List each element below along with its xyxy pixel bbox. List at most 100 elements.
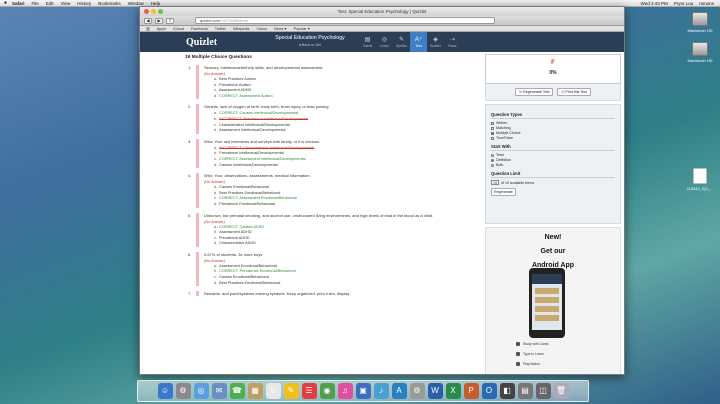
desktop-icon-hd2[interactable]: Macintosh HD — [680, 42, 720, 63]
set-title[interactable]: Special Education Psychology — [265, 35, 355, 41]
option-letter: a. — [214, 111, 218, 116]
menu-bookmarks[interactable]: Bookmarks — [98, 1, 121, 6]
print-test-button[interactable]: ⎙ Print this Test — [557, 88, 591, 96]
dock-app-icon[interactable]: O — [481, 383, 497, 399]
regenerate-button[interactable]: Regenerate — [491, 188, 516, 196]
answer-option[interactable]: d. Best Practices Emotional/Behavioral — [214, 281, 480, 287]
screen-row — [535, 297, 559, 303]
bookmark-apple[interactable]: Apple — [157, 27, 167, 31]
question-list: 1. Sensory, intellectual/art/help skills,… — [185, 65, 480, 297]
mode-test[interactable]: A⁺ Test — [410, 32, 427, 52]
dock-app-icon[interactable]: ♫ — [337, 383, 353, 399]
dock-app-icon[interactable]: ☎ — [229, 383, 245, 399]
radio-button[interactable] — [491, 164, 494, 167]
user-name[interactable]: Pryor Lou — [674, 1, 694, 6]
dock-app-icon[interactable]: ⚙ — [409, 383, 425, 399]
dock-app-icon[interactable]: ◫ — [535, 383, 551, 399]
dock-app-icon[interactable]: ◎ — [193, 383, 209, 399]
bookmark-icloud[interactable]: iCloud — [173, 27, 184, 31]
checkbox[interactable] — [491, 132, 494, 135]
address-bar[interactable]: quizlet.com/24776869/test/ — [195, 17, 495, 24]
android-app-ad[interactable]: New! Get our Android App Study with Card… — [485, 227, 621, 374]
checkbox[interactable] — [491, 137, 494, 140]
bookmark-wikipedia[interactable]: Wikipedia — [233, 27, 249, 31]
question-type-option[interactable]: True/False — [491, 136, 615, 141]
back-button[interactable]: ◀ — [144, 17, 152, 24]
score-percent: 0% — [549, 70, 557, 76]
close-icon[interactable] — [144, 9, 149, 14]
window-titlebar[interactable]: Test: Special Education Psychology | Qui… — [140, 7, 624, 16]
mode-speller[interactable]: ✎ Speller — [393, 32, 410, 52]
zoom-icon[interactable] — [158, 9, 163, 14]
desktop-icon-file[interactable]: 110842_2(0_... — [680, 168, 720, 191]
forward-button[interactable]: ▶ — [155, 17, 163, 24]
test-options: Question Types Written Matching Multiple C… — [485, 104, 621, 224]
menu-window[interactable]: Window — [128, 1, 144, 6]
bookmark-yahoo[interactable]: Yahoo — [256, 27, 267, 31]
bookmark-facebook[interactable]: Facebook — [191, 27, 208, 31]
mode-scatter[interactable]: ◈ Scatter — [427, 32, 444, 52]
mode-label: Speller — [396, 44, 407, 48]
dock-app-icon[interactable]: 🗑 — [553, 383, 569, 399]
dock-app-icon[interactable]: W — [427, 383, 443, 399]
regenerate-test-button[interactable]: ↻ Regenerate Test — [515, 88, 554, 96]
answer-option[interactable]: d. Prevalence Emotional/Behavioral — [214, 202, 480, 208]
minimize-icon[interactable] — [151, 9, 156, 14]
ad-line-2: Get our — [540, 248, 566, 255]
dock-app-icon[interactable]: P — [463, 383, 479, 399]
bookmark-news[interactable]: News ▾ — [274, 26, 286, 31]
dock-app-icon[interactable]: ⚙ — [175, 383, 191, 399]
question-limit-input[interactable]: 19 — [491, 180, 499, 185]
dock-app-icon[interactable]: ◉ — [319, 383, 335, 399]
menu-file[interactable]: File — [32, 1, 39, 6]
option-text: INCORRECT: Characteristics Intellectual/… — [219, 145, 315, 150]
menu-edit[interactable]: Edit — [46, 1, 54, 6]
answer-option[interactable]: d. CORRECT: Assessment Autism — [214, 94, 480, 100]
dock-app-icon[interactable]: ♪ — [373, 383, 389, 399]
ad-feature: Play Match — [516, 362, 540, 366]
option-letter: c. — [214, 122, 217, 127]
question-text: Who: Your and interviews and surveys wit… — [204, 138, 321, 144]
mode-cards[interactable]: ▤ Cards — [359, 32, 376, 52]
dock-app-icon[interactable]: ▣ — [355, 383, 371, 399]
dock-app-icon[interactable]: X — [445, 383, 461, 399]
bookmark-twitter[interactable]: Twitter — [215, 27, 226, 31]
radio-button[interactable] — [491, 159, 494, 162]
answer-option[interactable]: d. Causes Intellectual/Developmental — [214, 163, 480, 169]
start-with-option[interactable]: Both — [491, 163, 615, 168]
bookmark-popular[interactable]: Popular ▾ — [294, 26, 310, 31]
menu-safari[interactable]: Safari — [12, 1, 25, 6]
back-to-set-link[interactable]: ◂ Back to Set — [265, 42, 355, 47]
dock-app-icon[interactable]: ✉ — [211, 383, 227, 399]
dock-app-icon[interactable]: A — [391, 383, 407, 399]
menu-view[interactable]: View — [61, 1, 71, 6]
dock-app-icon[interactable]: 5 — [265, 383, 281, 399]
option-text: Best Practices Emotional/Behavioral — [219, 190, 281, 195]
clock[interactable]: Wed 2:43 PM — [641, 1, 668, 6]
test-area: 19 Multiple Choice Questions 1. Sensory, … — [185, 55, 480, 301]
bookmarks-icon[interactable]: ▥ — [146, 26, 150, 31]
option-letter: d. — [214, 93, 218, 98]
checkbox[interactable] — [491, 122, 494, 125]
radio-button[interactable] — [491, 154, 494, 157]
menu-help[interactable]: Help — [151, 1, 160, 6]
question-number: 1. — [188, 65, 192, 70]
quizlet-logo[interactable]: Quizlet — [186, 37, 217, 48]
mode-learn[interactable]: ◎ Learn — [376, 32, 393, 52]
share-button[interactable]: ⇪ — [166, 17, 174, 24]
dock-app-icon[interactable]: ✎ — [283, 383, 299, 399]
option-letter: c. — [214, 88, 217, 93]
answer-option[interactable]: d. Characteristics ADHD — [214, 241, 480, 247]
dock-app-icon[interactable]: ▦ — [247, 383, 263, 399]
dock-app-icon[interactable]: ☰ — [301, 383, 317, 399]
mode-race[interactable]: ⇢ Race — [444, 32, 461, 52]
dock-app-icon[interactable]: ◧ — [499, 383, 515, 399]
checkbox[interactable] — [491, 127, 494, 130]
dock-app-icon[interactable]: ☺ — [157, 383, 173, 399]
desktop-icon-hd1[interactable]: Macintosh HD — [680, 12, 720, 33]
dock-app-icon[interactable]: ▤ — [517, 383, 533, 399]
apple-icon[interactable]: ● — [4, 0, 7, 6]
answer-option[interactable]: d. Assessment Intellectual/Developmental — [214, 128, 480, 134]
menu-history[interactable]: History — [77, 1, 91, 6]
ad-feature: Study with Cards — [516, 342, 549, 346]
